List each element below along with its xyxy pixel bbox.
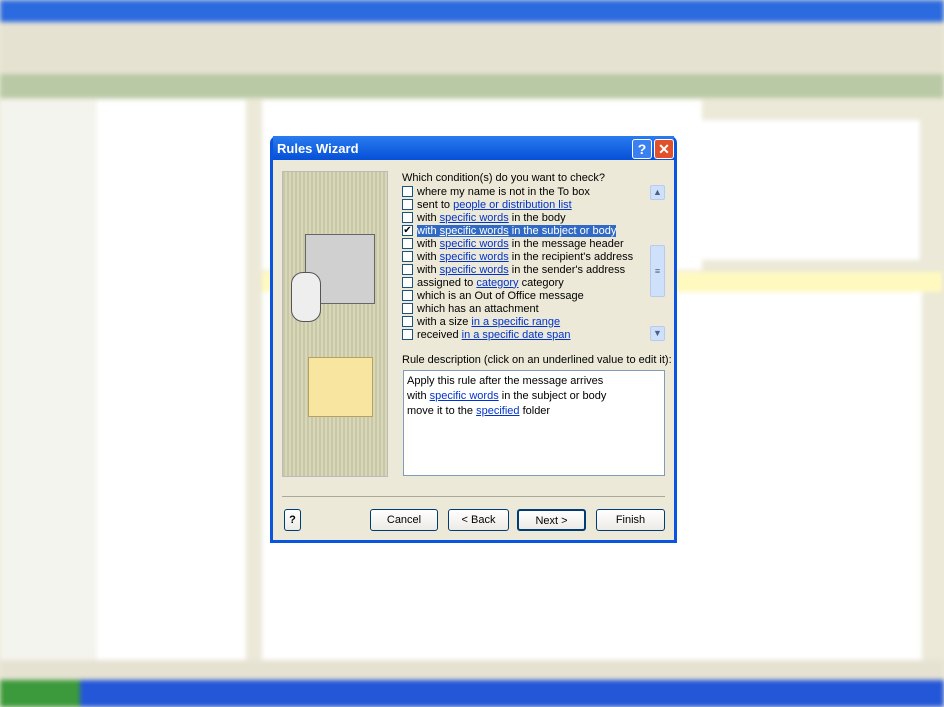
condition-link[interactable]: in a specific date span <box>462 329 571 341</box>
text: received <box>417 328 462 341</box>
help-title-button[interactable]: ? <box>632 139 652 159</box>
help-icon[interactable]: ? <box>284 509 301 531</box>
text: in the message header <box>508 237 624 250</box>
conditions-scrollbar[interactable]: ▲ ≡ ▼ <box>650 185 666 341</box>
checkbox[interactable] <box>402 329 413 340</box>
conditions-list[interactable]: where my name is not in the To box sent t… <box>402 185 650 341</box>
condition-item[interactable]: sent to people or distribution list <box>402 198 650 211</box>
condition-item[interactable]: received in a specific date span <box>402 328 650 341</box>
text: in the subject or body <box>498 390 607 402</box>
text: in the recipient's address <box>508 250 634 263</box>
condition-text: with specific words in the body <box>417 212 566 224</box>
text: assigned to <box>417 276 477 289</box>
text: with <box>417 250 440 263</box>
dialog-title: Rules Wizard <box>277 140 359 156</box>
condition-item[interactable]: with specific words in the sender's addr… <box>402 263 650 276</box>
text: with a size <box>417 315 472 328</box>
checkbox[interactable] <box>402 212 413 223</box>
text: in the body <box>508 211 566 224</box>
condition-link[interactable]: category <box>476 277 518 289</box>
checkbox[interactable] <box>402 264 413 275</box>
rule-description-label: Rule description (click on an underlined… <box>402 354 672 366</box>
text: in the subject or body <box>508 224 617 237</box>
condition-link[interactable]: specific words <box>440 251 509 263</box>
condition-text: assigned to category category <box>417 277 564 289</box>
checkbox[interactable] <box>402 316 413 327</box>
checkbox[interactable] <box>402 199 413 210</box>
rules-wizard-dialog: Rules Wizard ? ✕ Which condition(s) do y… <box>270 136 677 543</box>
condition-link[interactable]: in a specific range <box>471 316 560 328</box>
condition-text: where my name is not in the To box <box>417 186 590 198</box>
condition-text: which is an Out of Office message <box>417 290 584 302</box>
condition-item[interactable]: ✔ with specific words in the subject or b… <box>402 224 650 237</box>
condition-link[interactable]: specific words <box>440 212 509 224</box>
checkbox[interactable] <box>402 251 413 262</box>
text: which is an Out of Office message <box>417 289 584 302</box>
specified-folder-link[interactable]: specified <box>476 405 519 417</box>
scroll-up-icon[interactable]: ▲ <box>650 185 665 200</box>
cancel-button[interactable]: Cancel <box>370 509 438 531</box>
condition-item[interactable]: with specific words in the body <box>402 211 650 224</box>
checkbox[interactable] <box>402 290 413 301</box>
checkbox[interactable] <box>402 277 413 288</box>
condition-text: with specific words in the recipient's a… <box>417 251 633 263</box>
description-line: Apply this rule after the message arrive… <box>407 375 604 387</box>
finish-button[interactable]: Finish <box>596 509 665 531</box>
condition-item[interactable]: assigned to category category <box>402 276 650 289</box>
close-button[interactable]: ✕ <box>654 139 674 159</box>
checkbox[interactable] <box>402 303 413 314</box>
back-button[interactable]: < Back <box>448 509 509 531</box>
condition-item[interactable]: which has an attachment <box>402 302 650 315</box>
condition-text: with specific words in the sender's addr… <box>417 264 625 276</box>
condition-link[interactable]: specific words <box>440 264 509 276</box>
condition-item[interactable]: which is an Out of Office message <box>402 289 650 302</box>
text: with <box>407 390 430 402</box>
condition-text: with specific words in the message heade… <box>417 238 624 250</box>
condition-text: with specific words in the subject or bo… <box>417 224 617 237</box>
next-button[interactable]: Next > <box>517 509 586 531</box>
text: in the sender's address <box>508 263 626 276</box>
condition-text: which has an attachment <box>417 303 539 315</box>
specific-words-link[interactable]: specific words <box>430 390 499 402</box>
divider <box>282 496 665 497</box>
dialog-title-bar: Rules Wizard <box>273 136 674 160</box>
text: which has an attachment <box>417 302 539 315</box>
text: with <box>417 237 440 250</box>
condition-item[interactable]: with a size in a specific range <box>402 315 650 328</box>
text: where my name is not in the To box <box>417 185 590 198</box>
text: sent to <box>417 198 454 211</box>
condition-text: received in a specific date span <box>417 329 571 341</box>
scroll-down-icon[interactable]: ▼ <box>650 326 665 341</box>
text: with <box>417 263 440 276</box>
checkbox[interactable] <box>402 238 413 249</box>
rule-description-box: Apply this rule after the message arrive… <box>403 370 665 476</box>
text: category <box>518 276 564 289</box>
condition-item[interactable]: with specific words in the recipient's a… <box>402 250 650 263</box>
condition-item[interactable]: with specific words in the message heade… <box>402 237 650 250</box>
checkbox[interactable]: ✔ <box>402 225 413 236</box>
text: with <box>417 211 440 224</box>
condition-link[interactable]: people or distribution list <box>453 199 572 211</box>
scroll-thumb[interactable]: ≡ <box>650 245 665 297</box>
condition-link[interactable]: specific words <box>440 238 509 250</box>
condition-text: sent to people or distribution list <box>417 199 572 211</box>
wizard-illustration <box>282 171 388 477</box>
text: move it to the <box>407 405 477 417</box>
condition-link[interactable]: specific words <box>440 225 509 237</box>
conditions-question: Which condition(s) do you want to check? <box>402 172 605 184</box>
condition-text: with a size in a specific range <box>417 316 560 328</box>
text: folder <box>519 405 551 417</box>
text: with <box>417 224 440 237</box>
checkbox[interactable] <box>402 186 413 197</box>
condition-item[interactable]: where my name is not in the To box <box>402 185 650 198</box>
